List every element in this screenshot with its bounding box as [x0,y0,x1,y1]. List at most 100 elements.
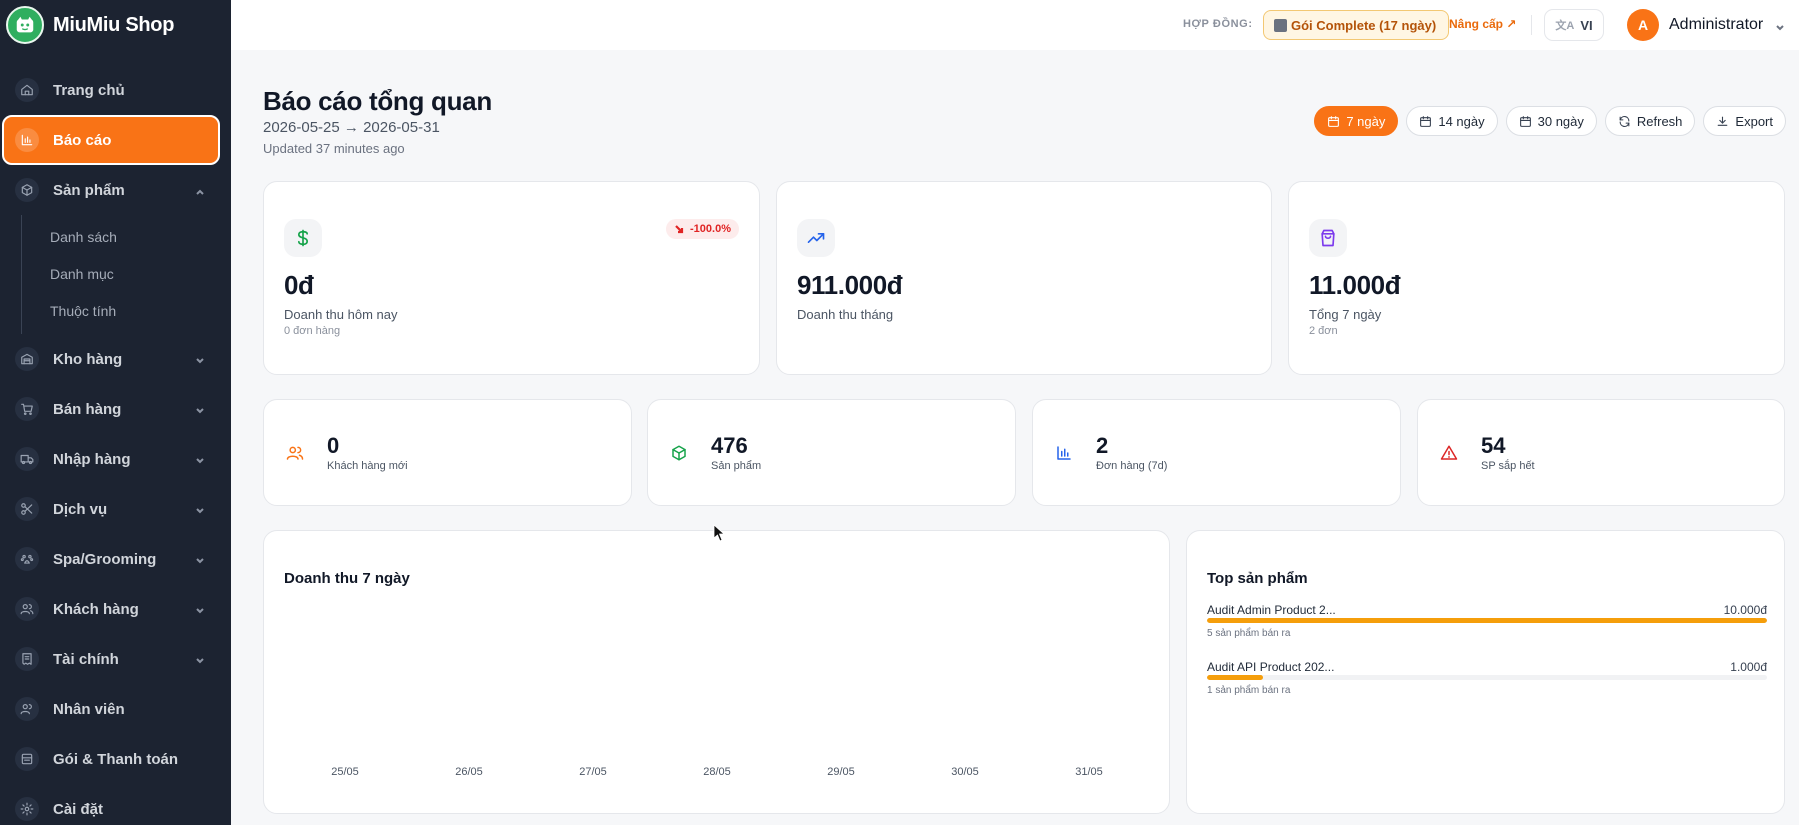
trending-up-icon [797,219,835,257]
box-icon [15,178,39,202]
sidebar-item-purchasing[interactable]: Nhập hàng [0,434,231,484]
brand-logo-icon [6,6,44,44]
mouse-cursor-icon [713,524,725,542]
cart-icon [15,397,39,421]
refresh-label: Refresh [1636,113,1683,129]
stat-card-7-day-total: 11.000đ Tổng 7 ngày 2 đơn [1288,181,1785,375]
sub-item-list[interactable]: Danh sách [22,219,231,256]
avatar[interactable]: A [1627,9,1659,41]
sub-item-attributes[interactable]: Thuộc tính [22,293,231,330]
plan-badge[interactable]: Gói Complete (17 ngày) [1263,10,1450,40]
range-label: 7 ngày [1346,113,1386,129]
product-progress-track [1207,675,1767,680]
delta-badge: -100.0% [666,219,739,239]
product-sold-count: 5 sản phẩm bán ra [1207,628,1291,639]
x-tick-label: 30/05 [951,766,979,778]
truck-icon [15,447,39,471]
calendar-icon [1420,115,1432,127]
x-tick-label: 26/05 [455,766,483,778]
chevron-up-icon [195,184,205,195]
stat-value: 11.000đ [1309,270,1401,300]
user-name[interactable]: Administrator [1669,16,1763,34]
calendar-icon [1519,115,1531,127]
warning-icon [1440,444,1458,462]
range-30-days-button[interactable]: 30 ngày [1505,106,1597,136]
product-sold-count: 1 sản phẩm bán ra [1207,685,1291,696]
sidebar-item-label: Trang chủ [53,81,125,99]
product-revenue: 10.000đ [1723,603,1767,617]
chevron-down-icon[interactable] [1775,20,1785,31]
chevron-down-icon [195,503,205,514]
range-14-days-button[interactable]: 14 ngày [1406,106,1498,136]
sidebar-item-label: Kho hàng [53,350,123,368]
chevron-down-icon [195,403,205,414]
sidebar-item-finance[interactable]: Tài chính [0,634,231,684]
x-tick-label: 28/05 [703,766,731,778]
warehouse-icon [15,347,39,371]
chevron-down-icon [195,553,205,564]
sidebar-item-home[interactable]: Trang chủ [0,65,231,115]
sidebar-item-sales[interactable]: Bán hàng [0,384,231,434]
x-tick-label: 31/05 [1075,766,1103,778]
top-products-card: Top sản phẩm Audit Admin Product 2... 10… [1186,530,1785,814]
receipt-icon [15,647,39,671]
export-button[interactable]: Export [1703,106,1786,136]
contract-label: HỢP ĐỒNG: [1183,18,1253,30]
sidebar-item-label: Báo cáo [53,131,112,149]
updated-text: Updated 37 minutes ago [263,141,405,156]
dollar-icon [284,219,322,257]
export-label: Export [1735,113,1773,129]
stat-value: 476 [711,433,748,458]
stat-card-new-customers: 0 Khách hàng mới [263,399,632,506]
product-revenue: 1.000đ [1730,660,1767,674]
page-title: Báo cáo tổng quan [263,86,492,116]
stat-card-orders: 2 Đơn hàng (7d) [1032,399,1401,506]
sidebar-item-label: Sản phẩm [53,181,125,199]
stat-label: Sản phẩm [711,460,762,472]
sidebar-item-reports[interactable]: Báo cáo [2,115,220,165]
x-tick-label: 29/05 [827,766,855,778]
stat-label: SP sắp hết [1481,460,1535,472]
range-7-days-button[interactable]: 7 ngày [1314,106,1399,136]
refresh-button[interactable]: Refresh [1604,106,1696,136]
sidebar-item-plans-billing[interactable]: Gói & Thanh toán [0,734,231,784]
sidebar: MiuMiu Shop Trang chủ Báo cáo Sản phẩm D… [0,0,231,825]
revenue-chart-card: Doanh thu 7 ngày 25/05 26/05 27/05 28/05 29/… [263,530,1170,814]
sidebar-item-settings[interactable]: Cài đặt [0,784,231,825]
stat-card-month-revenue: 911.000đ Doanh thu tháng [776,181,1272,375]
stat-sub: 2 đơn [1309,325,1338,337]
sidebar-item-label: Dịch vụ [53,500,108,518]
x-tick-label: 25/05 [331,766,359,778]
sidebar-item-label: Nhập hàng [53,450,131,468]
sidebar-item-spa-grooming[interactable]: Spa/Grooming [0,534,231,584]
stat-label: Doanh thu tháng [797,307,894,322]
sidebar-item-label: Bán hàng [53,400,122,418]
gear-icon [15,797,39,821]
stat-value: 54 [1481,433,1506,458]
box-icon [670,444,688,462]
sidebar-item-label: Cài đặt [53,800,104,818]
stat-card-products: 476 Sản phẩm [647,399,1016,506]
stat-value: 911.000đ [797,270,903,300]
product-progress-fill [1207,675,1263,680]
sidebar-item-staff[interactable]: Nhân viên [0,684,231,734]
sidebar-item-customers[interactable]: Khách hàng [0,584,231,634]
package-icon [15,747,39,771]
home-icon [15,78,39,102]
brand[interactable]: MiuMiu Shop [0,0,231,50]
brand-name: MiuMiu Shop [53,13,175,36]
download-icon [1718,116,1728,126]
sidebar-item-warehouse[interactable]: Kho hàng [0,334,231,384]
top-header: HỢP ĐỒNG: Gói Complete (17 ngày) Nâng cấ… [231,0,1799,50]
upgrade-link[interactable]: Nâng cấp ↗ [1449,17,1516,31]
sidebar-item-products[interactable]: Sản phẩm [0,165,231,215]
chevron-down-icon [195,653,205,664]
sub-item-categories[interactable]: Danh mục [22,256,231,293]
language-switcher[interactable]: 文A VI [1544,9,1604,41]
stat-label: Tổng 7 ngày [1309,307,1382,322]
revenue-chart: 25/05 26/05 27/05 28/05 29/05 30/05 31/05 [331,766,1103,778]
date-range: 2026-05-25 → 2026-05-31 [263,119,440,136]
sidebar-item-label: Nhân viên [53,700,125,718]
product-name: Audit Admin Product 2... [1207,603,1336,617]
sidebar-item-services[interactable]: Dịch vụ [0,484,231,534]
